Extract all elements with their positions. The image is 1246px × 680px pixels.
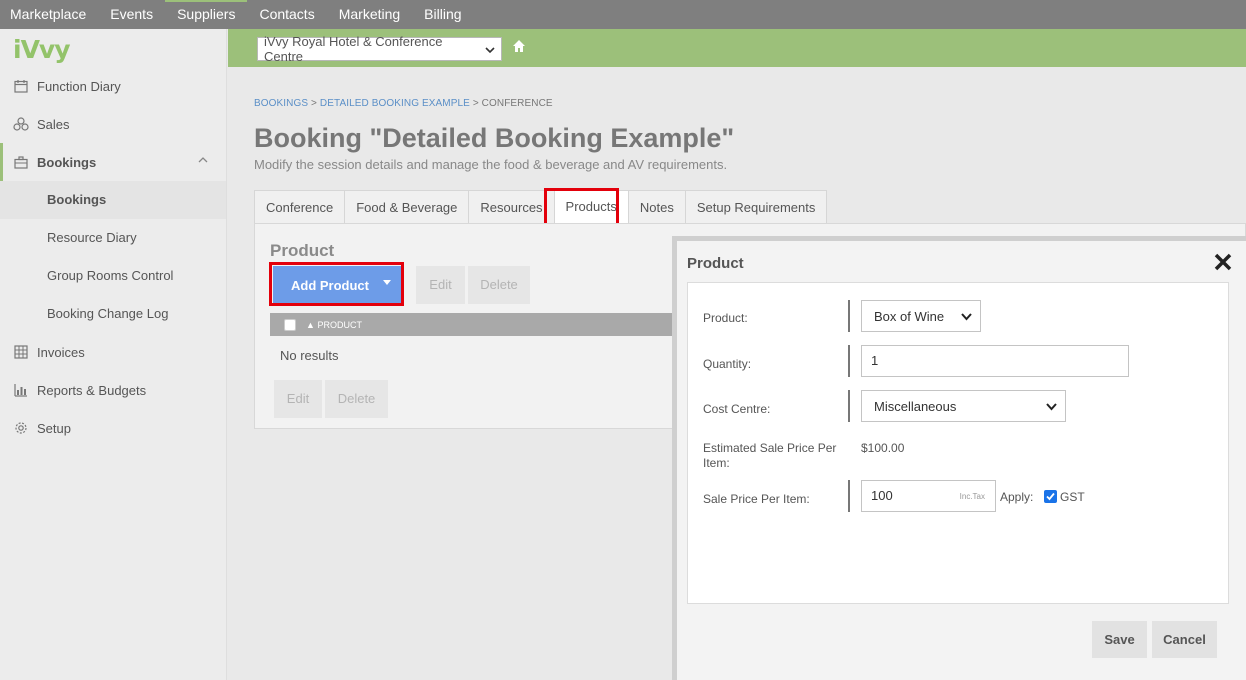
nav-billing[interactable]: Billing [412,0,473,29]
sidebar-item-label: Setup [37,420,71,436]
sidebar-subitem-bookings[interactable]: Bookings [0,181,226,219]
column-header-product[interactable]: ▲ PRODUCT [306,320,362,330]
sale-price-input[interactable]: 100 Inc.Tax [861,480,996,512]
breadcrumb-separator: > [311,98,317,109]
apply-label: Apply: [1000,490,1034,504]
sidebar-item-sales[interactable]: Sales [0,105,226,143]
add-product-highlight [269,262,404,306]
sidebar-item-label: Sales [37,116,70,132]
nav-marketplace[interactable]: Marketplace [0,0,98,29]
sale-price-label: Sale Price Per Item: [703,492,810,506]
gear-icon [13,420,29,436]
cancel-button[interactable]: Cancel [1152,621,1217,658]
sidebar-item-function-diary[interactable]: Function Diary [0,67,226,105]
grid-icon [13,344,29,360]
quantity-label: Quantity: [703,357,752,371]
panel-title: Product [270,241,335,260]
sidebar-item-label: Bookings [37,154,97,170]
nav-marketing[interactable]: Marketing [327,0,412,29]
tab-conference[interactable]: Conference [254,190,345,224]
field-indicator [848,345,850,377]
products-tab-highlight [544,188,619,226]
sidebar-subitem-group-rooms-control[interactable]: Group Rooms Control [0,257,226,295]
tab-notes[interactable]: Notes [627,190,685,224]
top-nav: Marketplace Events Suppliers Contacts Ma… [0,0,1246,29]
nav-contacts[interactable]: Contacts [247,0,326,29]
sidebar-subitem-resource-diary[interactable]: Resource Diary [0,219,226,257]
select-all-checkbox[interactable] [284,318,296,331]
save-button[interactable]: Save [1092,621,1147,658]
field-indicator [848,390,850,422]
field-indicator [848,300,850,332]
breadcrumb: BOOKINGS > DETAILED BOOKING EXAMPLE > CO… [254,98,553,109]
chevron-down-icon [1046,400,1057,411]
page-subtitle: Modify the session details and manage th… [254,157,728,172]
nav-events[interactable]: Events [98,0,165,29]
empty-state-text: No results [280,348,339,363]
chevron-up-icon[interactable] [198,155,208,167]
quantity-input[interactable]: 1 [861,345,1129,377]
chevron-down-icon [961,310,972,321]
close-icon[interactable] [1214,253,1234,273]
sales-icon [13,116,29,132]
edit-button-bottom[interactable]: Edit [274,380,322,418]
gst-checkbox[interactable] [1044,490,1057,503]
tab-setup-requirements[interactable]: Setup Requirements [684,190,828,224]
modal-form: Product: Box of Wine Quantity: 1 Cost Ce… [687,282,1229,604]
delete-button-bottom[interactable]: Delete [325,380,388,418]
sidebar-subitem-booking-change-log[interactable]: Booking Change Log [0,295,226,333]
venue-select-value: iVvy Royal Hotel & Conference Centre [264,34,443,64]
booking-tabs: Conference Food & Beverage Resources Pro… [254,190,828,225]
ivvy-logo[interactable]: iVvy [13,35,71,64]
cost-centre-label: Cost Centre: [703,402,771,416]
tab-resources[interactable]: Resources [468,190,554,224]
briefcase-icon [13,154,29,170]
cost-centre-select-value: Miscellaneous [874,398,957,414]
sale-price-value: 100 [871,488,893,503]
venue-bar: iVvy Royal Hotel & Conference Centre [228,29,1246,67]
sidebar-item-bookings[interactable]: Bookings [0,143,226,181]
calendar-icon [13,78,29,94]
sidebar-item-label: Invoices [37,344,85,360]
sidebar-item-reports-budgets[interactable]: Reports & Budgets [0,371,226,409]
product-select[interactable]: Box of Wine [861,300,981,332]
edit-button[interactable]: Edit [416,266,465,304]
sidebar: iVvy Function Diary Sales Bookings Booki… [0,29,227,680]
sidebar-item-label: Reports & Budgets [37,382,147,398]
chevron-down-icon [485,42,495,57]
modal-title: Product [687,255,744,272]
product-label: Product: [703,311,748,325]
bar-chart-icon [13,382,29,398]
estimated-price-value: $100.00 [861,441,905,455]
product-select-value: Box of Wine [874,308,945,324]
sidebar-item-setup[interactable]: Setup [0,409,226,447]
breadcrumb-bookings[interactable]: BOOKINGS [254,98,308,109]
estimated-price-label: Estimated Sale Price Per Item: [703,441,837,470]
field-indicator [848,480,850,512]
sidebar-item-label: Function Diary [37,78,121,94]
product-modal: Product Product: Box of Wine Quantity: 1… [672,236,1246,680]
breadcrumb-separator: > [472,98,479,109]
venue-select[interactable]: iVvy Royal Hotel & Conference Centre [257,34,502,64]
breadcrumb-current: CONFERENCE [481,98,553,109]
delete-button[interactable]: Delete [468,266,530,304]
sidebar-item-invoices[interactable]: Invoices [0,333,226,371]
inc-tax-label: Inc.Tax [959,492,985,501]
tab-food-beverage[interactable]: Food & Beverage [344,190,469,224]
sort-up-icon: ▲ [306,319,315,330]
cost-centre-select[interactable]: Miscellaneous [861,390,1066,422]
nav-suppliers[interactable]: Suppliers [165,0,248,29]
home-icon[interactable] [512,39,526,53]
gst-label: GST [1060,490,1085,504]
page-title: Booking "Detailed Booking Example" [254,123,735,153]
breadcrumb-booking[interactable]: DETAILED BOOKING EXAMPLE [320,98,470,109]
